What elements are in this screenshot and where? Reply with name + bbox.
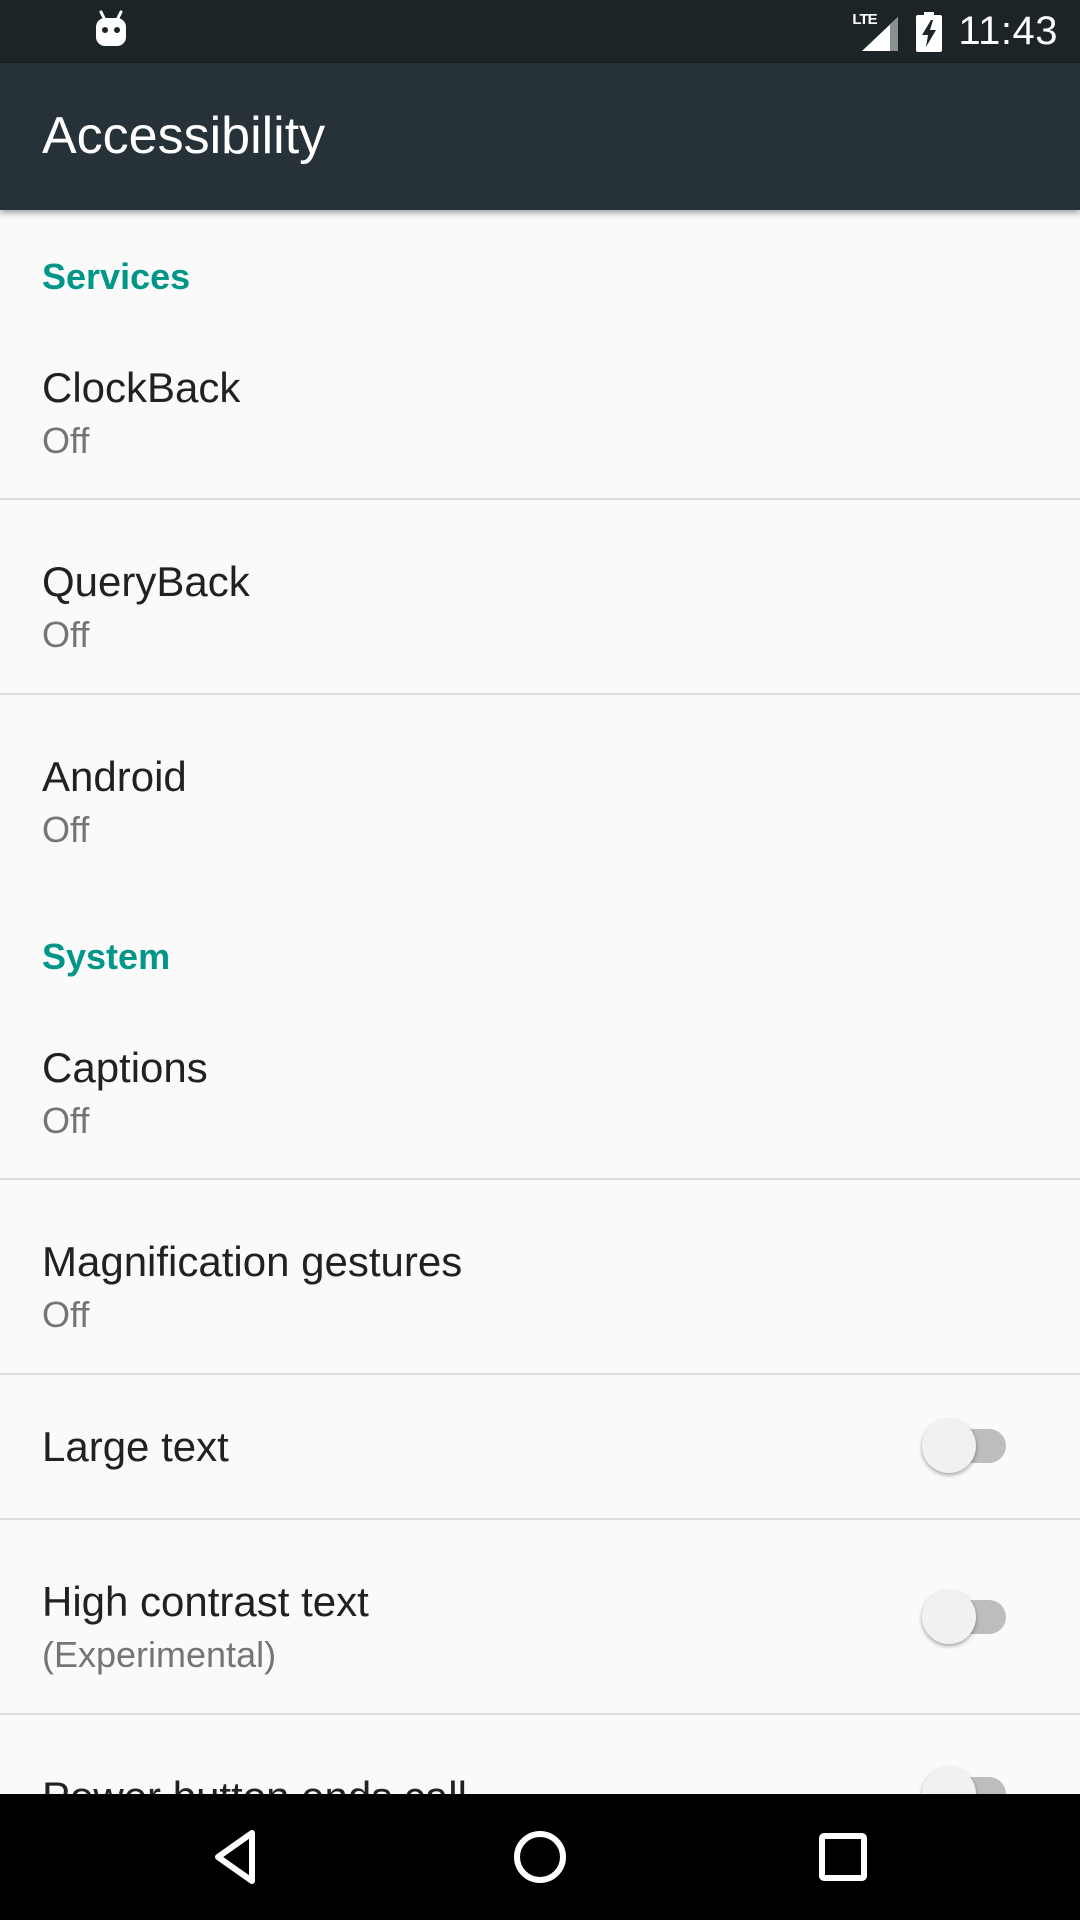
item-summary: (Experimental) (42, 1634, 277, 1675)
list-item-power-button-ends-call[interactable]: Power button ends call (0, 1715, 1080, 1794)
item-title: High contrast text (42, 1578, 369, 1625)
switch-thumb (922, 1767, 976, 1794)
item-summary: Off (42, 809, 90, 850)
list-item-captions[interactable]: Captions Off (0, 1006, 1080, 1178)
item-summary: Off (42, 614, 90, 655)
switch-thumb (922, 1419, 976, 1473)
back-icon[interactable] (198, 1819, 274, 1895)
item-title: Android (42, 753, 187, 800)
item-title: QueryBack (42, 558, 250, 605)
list-item-clockback[interactable]: ClockBack Off (0, 326, 1080, 498)
section-header-services: Services (42, 256, 191, 297)
signal-icon: LTE (852, 11, 900, 53)
item-title: Power button ends call (42, 1773, 467, 1794)
app-bar: Accessibility (0, 63, 1080, 210)
item-summary: Off (42, 1100, 90, 1141)
list-item-queryback[interactable]: QueryBack Off (0, 500, 1080, 693)
list-item-large-text[interactable]: Large text (0, 1375, 1080, 1518)
section-header-system: System (42, 936, 171, 977)
android-robot-icon (96, 10, 126, 46)
navigation-bar (0, 1794, 1080, 1920)
item-title: ClockBack (42, 364, 241, 411)
high-contrast-text-switch[interactable] (922, 1590, 1008, 1644)
item-title: Captions (42, 1044, 208, 1091)
list-item-high-contrast-text[interactable]: High contrast text (Experimental) (0, 1520, 1080, 1713)
recents-icon[interactable] (805, 1819, 881, 1895)
large-text-switch[interactable] (922, 1419, 1008, 1473)
list-item-magnification-gestures[interactable]: Magnification gestures Off (0, 1180, 1080, 1373)
item-title: Large text (42, 1423, 229, 1470)
item-title: Magnification gestures (42, 1238, 463, 1285)
item-summary: Off (42, 1294, 90, 1335)
battery-charging-icon (916, 11, 943, 52)
power-button-ends-call-switch[interactable] (922, 1767, 1008, 1794)
status-bar: LTE 11:43 (0, 0, 1080, 63)
status-clock: 11:43 (958, 9, 1058, 53)
item-summary: Off (42, 420, 90, 461)
page-title: Accessibility (42, 107, 326, 165)
home-icon[interactable] (502, 1819, 578, 1895)
list-item-android[interactable]: Android Off (0, 695, 1080, 888)
settings-list[interactable]: Services ClockBack Off QueryBack Off And… (0, 210, 1080, 1794)
switch-thumb (922, 1590, 976, 1644)
